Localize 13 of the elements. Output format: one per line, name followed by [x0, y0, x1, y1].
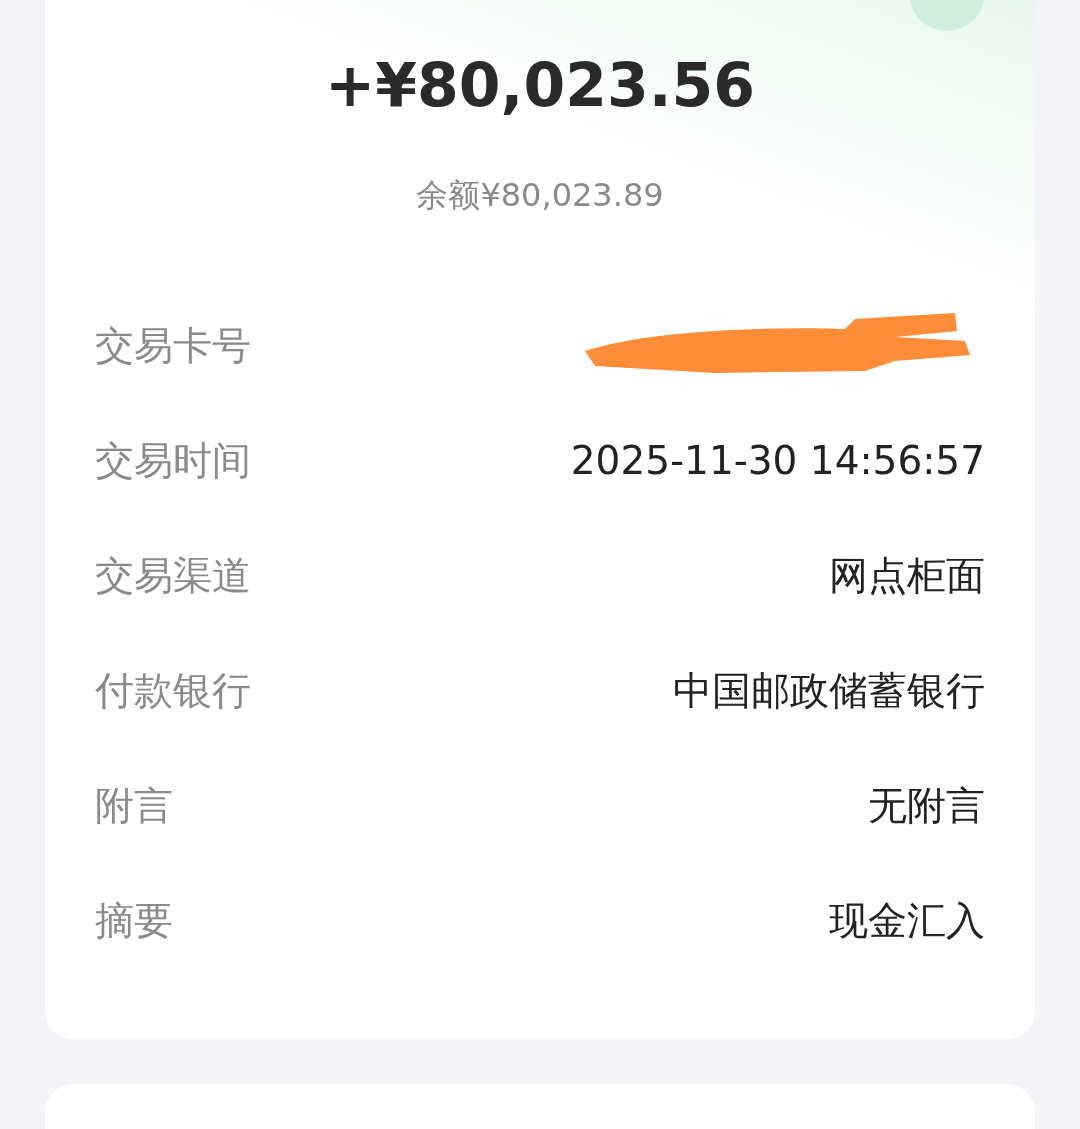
- detail-value: 无附言: [868, 781, 985, 830]
- detail-label: 交易时间: [95, 436, 251, 485]
- detail-label: 付款银行: [95, 666, 251, 715]
- detail-label: 附言: [95, 781, 173, 830]
- balance-text: 余额¥80,023.89: [415, 175, 665, 216]
- detail-label: 交易卡号: [95, 321, 251, 370]
- amount-text: +¥80,023.56: [324, 49, 756, 122]
- detail-value: 中国邮政储蓄银行: [673, 666, 985, 715]
- detail-label: 摘要: [95, 896, 173, 945]
- detail-value: 现金汇入: [829, 896, 985, 945]
- detail-label: 交易渠道: [95, 551, 251, 600]
- detail-value: 2025-11-30 14:56:57: [570, 438, 985, 483]
- detail-value: 网点柜面: [829, 551, 985, 600]
